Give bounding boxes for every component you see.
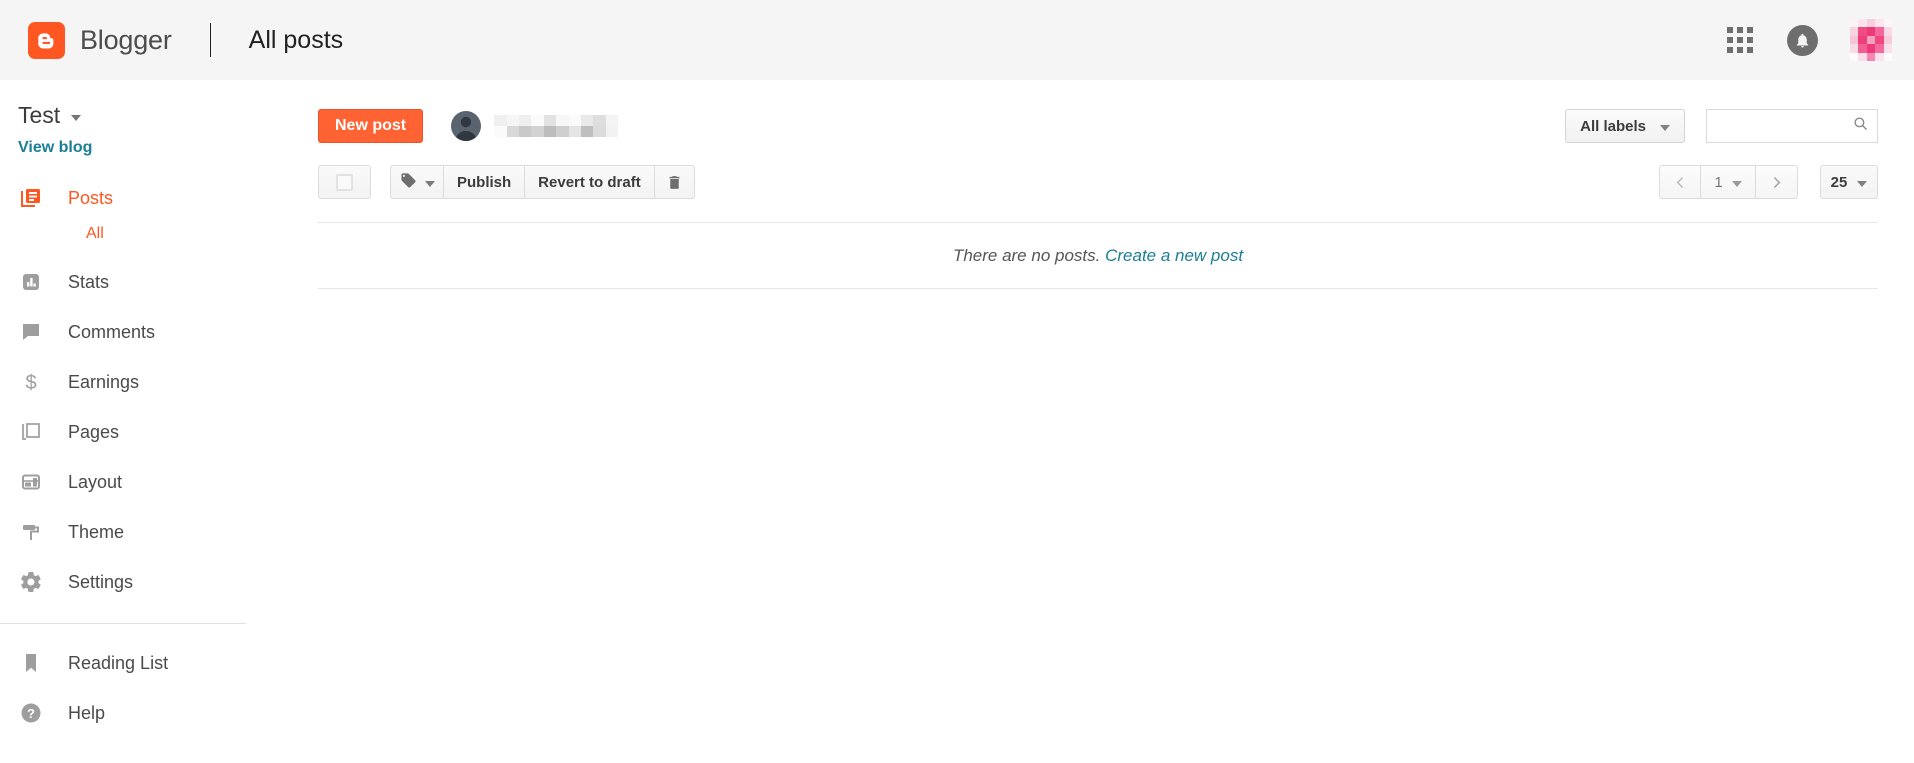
revert-to-draft-button[interactable]: Revert to draft <box>525 165 655 199</box>
sidebar-item-label: Theme <box>68 522 124 543</box>
earnings-dollar-icon: $ <box>18 369 44 395</box>
search-input[interactable] <box>1707 110 1877 142</box>
layout-icon <box>18 469 44 495</box>
posts-list-area: There are no posts. Create a new post <box>318 222 1878 289</box>
sidebar-item-earnings[interactable]: $ Earnings <box>0 357 300 407</box>
sidebar-item-reading-list[interactable]: Reading List <box>0 638 300 688</box>
chevron-left-icon[interactable] <box>1659 165 1701 199</box>
sidebar-item-label: Pages <box>68 422 119 443</box>
sidebar-divider <box>0 623 246 624</box>
sidebar-item-settings[interactable]: Settings <box>0 557 300 607</box>
sidebar-item-help[interactable]: ? Help <box>0 688 300 738</box>
blog-selector[interactable]: Test <box>18 102 81 129</box>
main-content: New post All labels <box>300 80 1914 763</box>
avatar <box>451 111 481 141</box>
per-page-label: 25 <box>1831 174 1848 191</box>
label-dropdown-button[interactable] <box>390 165 444 199</box>
blog-name-label: Test <box>18 102 60 129</box>
chevron-right-icon[interactable] <box>1756 165 1798 199</box>
empty-state-text: There are no posts. <box>953 246 1100 265</box>
sidebar-item-posts[interactable]: Posts <box>0 173 300 223</box>
blogger-b-icon <box>28 22 65 59</box>
label-tag-icon <box>400 172 417 193</box>
chevron-down-icon <box>71 115 81 121</box>
sidebar: Test View blog Posts All <box>0 80 300 763</box>
settings-gear-icon <box>18 569 44 595</box>
filter-search-controls: All labels <box>1565 109 1878 143</box>
sidebar-item-label: Earnings <box>68 372 139 393</box>
empty-state-message: There are no posts. Create a new post <box>953 246 1243 266</box>
view-blog-link[interactable]: View blog <box>18 139 92 157</box>
sidebar-item-layout[interactable]: Layout <box>0 457 300 507</box>
sidebar-subitem-all[interactable]: All <box>86 223 104 257</box>
blogger-logo[interactable]: Blogger <box>28 22 172 59</box>
sidebar-item-label: Posts <box>68 188 113 209</box>
author-name-redacted <box>494 115 618 137</box>
pages-icon <box>18 419 44 445</box>
sidebar-item-theme[interactable]: Theme <box>0 507 300 557</box>
sidebar-item-label: Layout <box>68 472 122 493</box>
create-new-post-link[interactable]: Create a new post <box>1105 246 1243 265</box>
sidebar-item-pages[interactable]: Pages <box>0 407 300 457</box>
trash-delete-icon[interactable] <box>655 165 695 199</box>
sidebar-nav: Posts All Stats Comments <box>0 173 300 607</box>
comments-icon <box>18 319 44 345</box>
header-divider <box>210 23 211 57</box>
checkbox-icon <box>336 174 353 191</box>
post-actions-toolbar: Publish Revert to draft 1 <box>300 158 1914 206</box>
theme-paint-roller-icon <box>18 519 44 545</box>
header-actions <box>1727 19 1892 61</box>
apps-grid-icon[interactable] <box>1727 27 1753 53</box>
posts-icon <box>18 185 44 211</box>
bookmark-icon <box>18 650 44 676</box>
svg-text:$: $ <box>25 372 36 394</box>
select-all-checkbox[interactable] <box>318 165 371 199</box>
sidebar-item-label: Help <box>68 703 105 724</box>
pagination-controls: 1 25 <box>1659 165 1878 199</box>
top-header-bar: Blogger All posts <box>0 0 1914 80</box>
brand-name: Blogger <box>80 25 172 56</box>
chevron-down-icon <box>1857 181 1867 187</box>
chevron-down-icon <box>1660 125 1670 131</box>
sidebar-item-label: Stats <box>68 272 109 293</box>
sidebar-item-stats[interactable]: Stats <box>0 257 300 307</box>
page-title: All posts <box>249 26 343 55</box>
user-avatar-pixelated[interactable] <box>1850 19 1892 61</box>
sidebar-item-label: Reading List <box>68 653 168 674</box>
all-labels-label: All labels <box>1580 118 1646 135</box>
all-labels-dropdown[interactable]: All labels <box>1565 109 1685 143</box>
publish-button[interactable]: Publish <box>444 165 525 199</box>
bulk-actions-group: Publish Revert to draft <box>390 165 695 199</box>
page-nav-group: 1 <box>1659 165 1798 199</box>
author-chip <box>451 111 618 141</box>
search-box[interactable] <box>1706 109 1878 143</box>
current-page-label: 1 <box>1714 174 1722 191</box>
svg-text:?: ? <box>27 706 35 721</box>
chevron-down-icon <box>425 181 435 187</box>
primary-toolbar: New post All labels <box>300 80 1914 150</box>
chevron-down-icon <box>1732 181 1742 187</box>
page-number-dropdown[interactable]: 1 <box>1701 165 1756 199</box>
stats-icon <box>18 269 44 295</box>
sidebar-item-label: Settings <box>68 572 133 593</box>
new-post-button[interactable]: New post <box>318 109 423 143</box>
sidebar-bottom-nav: Reading List ? Help <box>0 638 300 738</box>
sidebar-item-comments[interactable]: Comments <box>0 307 300 357</box>
sidebar-item-label: Comments <box>68 322 155 343</box>
help-question-icon: ? <box>18 700 44 726</box>
notifications-bell-icon[interactable] <box>1787 25 1818 56</box>
per-page-dropdown[interactable]: 25 <box>1820 165 1878 199</box>
